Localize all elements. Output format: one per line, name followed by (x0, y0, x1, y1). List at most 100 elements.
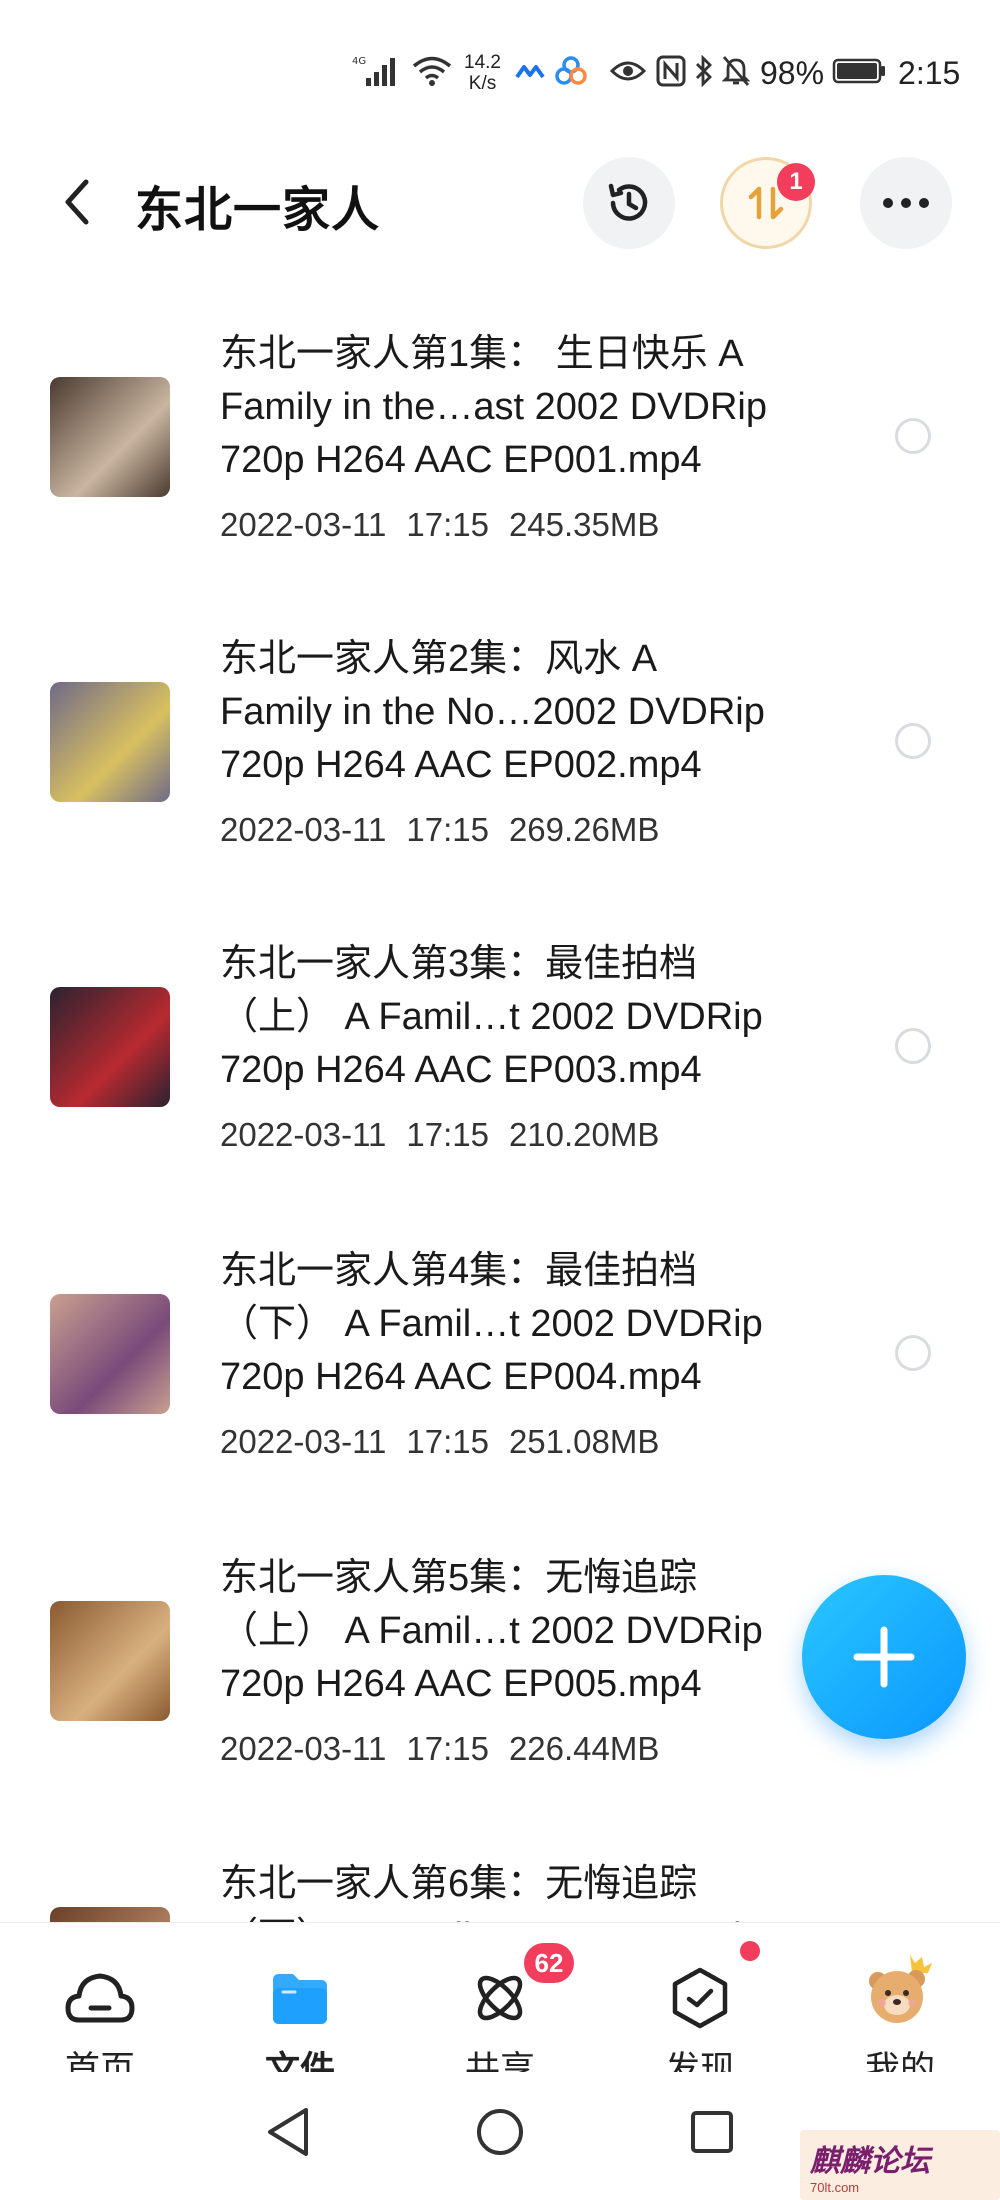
file-name-line: 720p H264 AAC EP002.mp4 (220, 744, 702, 786)
nav-item-share[interactable]: 共享 (400, 1923, 600, 2089)
watermark-sub: 70lt.com (810, 2179, 860, 2195)
file-name: 东北一家人第1集： 生日快乐 A Family in the…ast 2002 D… (220, 328, 840, 487)
file-size: 245.35MB (508, 506, 660, 543)
file-list-item[interactable]: 东北一家人第4集：最佳拍档 （下） A Famil…t 2002 DVDRip 72… (0, 1227, 1000, 1527)
file-name: 东北一家人第2集：风水 A Family in the No…2002 DVDRi… (220, 633, 840, 792)
video-thumbnail (50, 1907, 170, 1922)
file-time: 17:15 (406, 1423, 489, 1460)
square-recents-icon (691, 2111, 733, 2153)
file-name-line: 东北一家人第1集： 生日快乐 A (220, 333, 744, 375)
file-size: 269.26MB (508, 811, 660, 848)
cloud-home-icon (64, 1965, 136, 2031)
file-name-line: 720p H264 AAC EP003.mp4 (220, 1049, 702, 1091)
bottom-navigation: 首页 文件 共享 62 发现 我的 (0, 1922, 1000, 2089)
file-name-line: （下） A Famil…t 2002 DVDRip (220, 1911, 840, 1922)
atom-share-icon (464, 1965, 536, 2031)
system-recents-button[interactable] (682, 2102, 742, 2162)
status-icons-right: 98% 2:15 (609, 50, 961, 96)
file-time: 17:15 (406, 506, 489, 543)
file-name-line: Family in the…ast 2002 DVDRip (220, 386, 767, 428)
cluster-app-icon (555, 55, 587, 91)
nfc-icon (656, 55, 686, 92)
plus-icon (853, 1626, 915, 1688)
file-size: 226.44MB (508, 1730, 660, 1767)
net-speed-value: 14.2 (464, 52, 501, 73)
video-thumbnail (50, 987, 170, 1107)
video-thumbnail (50, 682, 170, 802)
chevron-left-icon (65, 179, 89, 225)
status-bar: 4G 14.2 K/s 98% 2:15 (0, 0, 1000, 150)
mute-bell-icon (721, 55, 751, 92)
file-time: 17:15 (406, 811, 489, 848)
more-dots-icon (883, 198, 929, 208)
file-meta: 2022-03-11 17:15 269.26MB (220, 811, 659, 849)
file-meta: 2022-03-11 17:15 210.20MB (220, 1116, 659, 1154)
file-size: 210.20MB (508, 1116, 660, 1153)
svg-text:4G: 4G (352, 56, 366, 67)
file-name: 东北一家人第6集：无悔追踪 （下） A Famil…t 2002 DVDRip (220, 1858, 840, 1922)
bear-avatar-icon (860, 1951, 940, 2031)
file-name-line: （上） A Famil…t 2002 DVDRip (220, 1610, 763, 1652)
file-name: 东北一家人第3集：最佳拍档 （上） A Famil…t 2002 DVDRip 72… (220, 938, 840, 1097)
file-date: 2022-03-11 (220, 1730, 387, 1767)
triangle-back-icon (268, 2108, 308, 2156)
share-count-badge: 62 (524, 1943, 574, 1983)
file-name-line: 720p H264 AAC EP004.mp4 (220, 1356, 702, 1398)
history-button[interactable] (583, 157, 675, 249)
nav-item-mine[interactable]: 我的 (800, 1923, 1000, 2089)
wifi-icon (412, 55, 452, 92)
watermark-title: 麒麟论坛 (810, 2144, 930, 2178)
more-options-button[interactable] (860, 157, 952, 249)
file-name-line: 720p H264 AAC EP001.mp4 (220, 439, 702, 481)
file-name-line: 东北一家人第6集：无悔追踪 (220, 1863, 698, 1905)
system-home-button[interactable] (470, 2102, 530, 2162)
forum-watermark: 麒麟论坛 70lt.com (800, 2130, 1000, 2200)
file-list-item[interactable]: 东北一家人第6集：无悔追踪 （下） A Famil…t 2002 DVDRip (0, 1840, 1000, 1922)
file-list-item[interactable]: 东北一家人第3集：最佳拍档 （上） A Famil…t 2002 DVDRip 72… (0, 920, 1000, 1220)
file-name-line: 东北一家人第3集：最佳拍档 (220, 943, 698, 985)
file-date: 2022-03-11 (220, 811, 387, 848)
status-icons-left: 4G 14.2 K/s (352, 50, 587, 96)
file-list-item[interactable]: 东北一家人第2集：风水 A Family in the No…2002 DVDRi… (0, 615, 1000, 915)
select-radio[interactable] (895, 1028, 931, 1064)
video-thumbnail (50, 1601, 170, 1721)
battery-icon (832, 57, 886, 90)
file-list-item[interactable]: 东北一家人第1集： 生日快乐 A Family in the…ast 2002 D… (0, 310, 1000, 610)
network-speed: 14.2 K/s (464, 52, 501, 94)
nav-item-discover[interactable]: 发现 (600, 1923, 800, 2089)
file-name-line: （上） A Famil…t 2002 DVDRip (220, 996, 763, 1038)
back-button[interactable] (48, 168, 104, 236)
file-meta: 2022-03-11 17:15 245.35MB (220, 506, 659, 544)
select-radio[interactable] (895, 418, 931, 454)
nav-item-files[interactable]: 文件 (200, 1923, 400, 2089)
discover-red-dot (740, 1941, 760, 1961)
bluetooth-icon (694, 54, 714, 92)
file-size: 251.08MB (508, 1423, 660, 1460)
file-date: 2022-03-11 (220, 1423, 387, 1460)
video-thumbnail (50, 1294, 170, 1414)
file-date: 2022-03-11 (220, 506, 387, 543)
file-meta: 2022-03-11 17:15 226.44MB (220, 1730, 659, 1768)
add-fab-button[interactable] (802, 1575, 966, 1739)
folder-icon (264, 1965, 336, 2031)
page-title: 东北一家人 (135, 184, 381, 237)
discover-box-icon (664, 1965, 736, 2031)
nav-item-home[interactable]: 首页 (0, 1923, 200, 2089)
file-name-line: 720p H264 AAC EP005.mp4 (220, 1663, 702, 1705)
file-time: 17:15 (406, 1116, 489, 1153)
file-name-line: 东北一家人第4集：最佳拍档 (220, 1250, 698, 1292)
select-radio[interactable] (895, 723, 931, 759)
battery-percent: 98% (760, 54, 825, 91)
file-name: 东北一家人第5集：无悔追踪 （上） A Famil…t 2002 DVDRip 72… (220, 1552, 840, 1711)
file-name: 东北一家人第4集：最佳拍档 （下） A Famil…t 2002 DVDRip 72… (220, 1245, 840, 1404)
net-speed-unit: K/s (468, 73, 497, 94)
select-radio[interactable] (895, 1335, 931, 1371)
file-time: 17:15 (406, 1730, 489, 1767)
system-back-button[interactable] (258, 2102, 318, 2162)
clock-time: 2:15 (898, 54, 961, 91)
video-thumbnail (50, 377, 170, 497)
file-name-line: 东北一家人第5集：无悔追踪 (220, 1557, 698, 1599)
file-name-line: Family in the No…2002 DVDRip (220, 691, 765, 733)
cloud-app-icon (515, 61, 545, 86)
transfer-count-badge: 1 (777, 163, 815, 201)
